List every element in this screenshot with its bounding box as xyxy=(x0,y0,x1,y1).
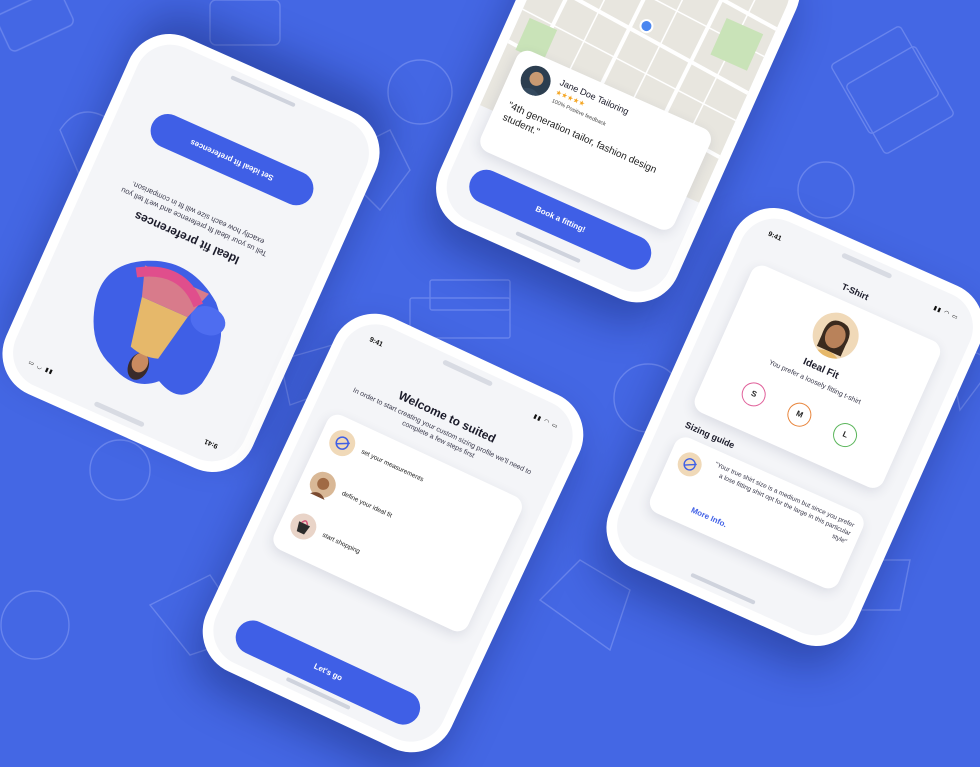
phone1-notch xyxy=(93,400,145,428)
step-label: define your ideal fit xyxy=(340,490,393,520)
phone1-status-icons: ▮▮ ◠ ▭ xyxy=(26,358,54,375)
phone1-status-time: 9:41 xyxy=(203,437,220,450)
shopping-icon xyxy=(290,513,317,540)
tailor-avatar xyxy=(515,60,556,101)
phone4-notch xyxy=(841,252,893,280)
size-s-option[interactable]: S xyxy=(737,378,770,411)
step-label: start shopping xyxy=(321,531,362,556)
size-m-option[interactable]: M xyxy=(783,398,816,431)
person-avatar-icon xyxy=(309,471,336,500)
more-info-link[interactable]: More Info. xyxy=(690,505,729,529)
lets-go-button[interactable]: Let's go xyxy=(230,614,426,731)
phone3-status-icons: ▮▮ ◠ ▭ xyxy=(532,413,560,431)
user-avatar xyxy=(805,305,867,367)
phone3-status-time: 9:41 xyxy=(368,336,384,349)
sizing-guide-text: "Your true shirt size is a medium but si… xyxy=(713,461,856,546)
phone4-status-time: 9:41 xyxy=(766,230,783,243)
measuring-tape-icon xyxy=(677,452,702,477)
phone3-notch xyxy=(442,359,494,387)
tailor-quote: "4th generation tailor, fashion design s… xyxy=(500,100,659,176)
phone4-status-icons: ▮▮ ◠ ▭ xyxy=(932,305,960,322)
measuring-tape-icon xyxy=(329,430,356,457)
steps-card: set your measurements define your ideal … xyxy=(269,410,526,636)
size-l-option[interactable]: L xyxy=(829,419,861,451)
step-label: set your measurements xyxy=(359,448,425,484)
